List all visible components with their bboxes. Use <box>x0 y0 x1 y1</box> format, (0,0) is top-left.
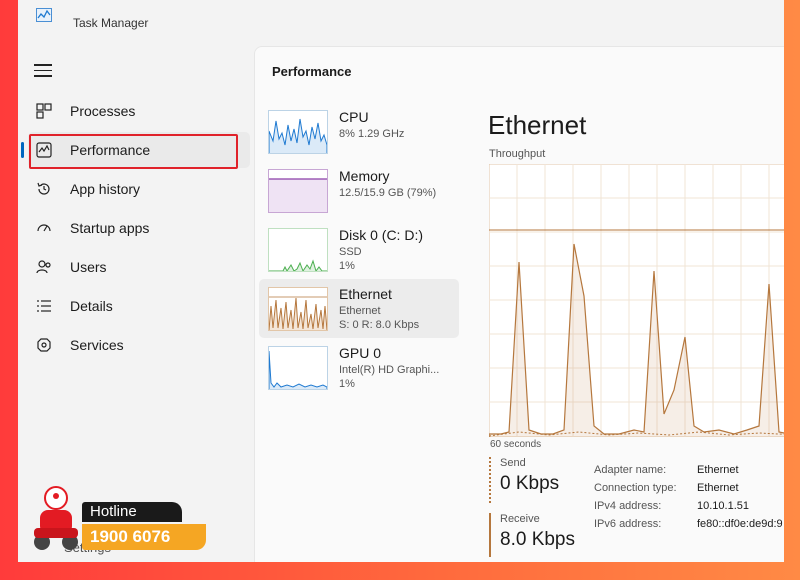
hotline-number[interactable]: 1900 6076 <box>82 524 206 550</box>
menu-icon[interactable] <box>34 64 52 78</box>
sidebar-item-performance[interactable]: Performance <box>21 132 250 168</box>
resource-name: Ethernet <box>339 286 392 302</box>
task-manager-window: Task Manager Processes Performance App h… <box>18 0 784 562</box>
resource-name: CPU <box>339 109 369 125</box>
sidebar-item-label: Services <box>70 337 124 353</box>
resource-name: Memory <box>339 168 390 184</box>
sidebar-item-label: App history <box>70 181 141 197</box>
gpu-thumbnail-graph <box>268 346 328 390</box>
sidebar-item-details[interactable]: Details <box>28 288 250 324</box>
resource-detail: 8% 1.29 GHz <box>339 128 405 140</box>
hotline-badge: Hotline 1900 6076 <box>20 484 206 556</box>
adapter-properties: Adapter name: Ethernet Connection type: Et… <box>594 461 783 533</box>
task-manager-icon <box>36 8 52 27</box>
sidebar-item-label: Performance <box>70 142 151 158</box>
resource-item-memory[interactable]: Memory 12.5/15.9 GB (79%) <box>259 161 459 220</box>
sidebar-item-label: Details <box>70 298 113 314</box>
chart-time-label: 60 seconds <box>490 439 542 450</box>
users-icon <box>34 257 54 277</box>
title-bar: Task Manager <box>18 0 784 40</box>
receive-stat: Receive 8.0 Kbps <box>489 513 575 557</box>
receive-label: Receive <box>500 513 540 525</box>
throughput-chart <box>488 163 784 438</box>
resource-detail: Intel(R) HD Graphi... 1% <box>339 364 440 390</box>
resource-item-ethernet[interactable]: Ethernet Ethernet S: 0 R: 8.0 Kbps <box>259 279 459 338</box>
ethernet-thumbnail-graph <box>268 287 328 331</box>
send-value: 0 Kbps <box>500 473 560 494</box>
resource-detail: Ethernet S: 0 R: 8.0 Kbps <box>339 305 420 331</box>
cpu-thumbnail-graph <box>268 110 328 154</box>
details-icon <box>34 296 54 316</box>
send-stat: Send 0 Kbps <box>489 457 559 503</box>
send-label: Send <box>500 457 526 469</box>
receive-value: 8.0 Kbps <box>500 529 575 550</box>
startup-icon <box>34 218 54 238</box>
sidebar-item-processes[interactable]: Processes <box>28 93 250 129</box>
window-title: Task Manager <box>73 16 149 30</box>
detail-title: Ethernet <box>488 110 587 140</box>
sidebar-item-label: Processes <box>70 103 136 119</box>
resource-list: CPU 8% 1.29 GHz Memory 12.5/15.9 GB (79%… <box>259 102 459 397</box>
resource-item-gpu[interactable]: GPU 0 Intel(R) HD Graphi... 1% <box>259 338 459 397</box>
sidebar-item-label: Users <box>70 259 107 275</box>
sidebar-item-services[interactable]: Services <box>28 327 250 363</box>
sidebar: Processes Performance App history Startu… <box>18 90 258 366</box>
performance-icon <box>34 140 54 160</box>
resource-detail: 12.5/15.9 GB (79%) <box>339 187 437 199</box>
resource-name: GPU 0 <box>339 345 382 361</box>
disk-thumbnail-graph <box>268 228 328 272</box>
property-row: IPv4 address: 10.10.1.51 <box>594 500 749 512</box>
property-row: IPv6 address: fe80::df0e:de9d:9 <box>594 518 783 530</box>
sidebar-item-users[interactable]: Users <box>28 249 250 285</box>
hotline-label: Hotline <box>82 502 182 522</box>
performance-panel: Performance CPU 8% 1.29 GHz Memory 12.5/… <box>254 46 784 562</box>
memory-thumbnail-graph <box>268 169 328 213</box>
property-row: Connection type: Ethernet <box>594 482 739 494</box>
sidebar-item-label: Startup apps <box>70 220 150 236</box>
resource-name: Disk 0 (C: D:) <box>339 227 423 243</box>
history-icon <box>34 179 54 199</box>
resource-detail: SSD 1% <box>339 246 362 272</box>
page-title: Performance <box>272 64 352 79</box>
resource-item-cpu[interactable]: CPU 8% 1.29 GHz <box>259 102 459 161</box>
services-icon <box>34 335 54 355</box>
sidebar-item-startup-apps[interactable]: Startup apps <box>28 210 250 246</box>
sidebar-item-app-history[interactable]: App history <box>28 171 250 207</box>
chart-label: Throughput <box>489 148 546 160</box>
resource-item-disk[interactable]: Disk 0 (C: D:) SSD 1% <box>259 220 459 279</box>
processes-icon <box>34 101 54 121</box>
property-row: Adapter name: Ethernet <box>594 464 739 476</box>
